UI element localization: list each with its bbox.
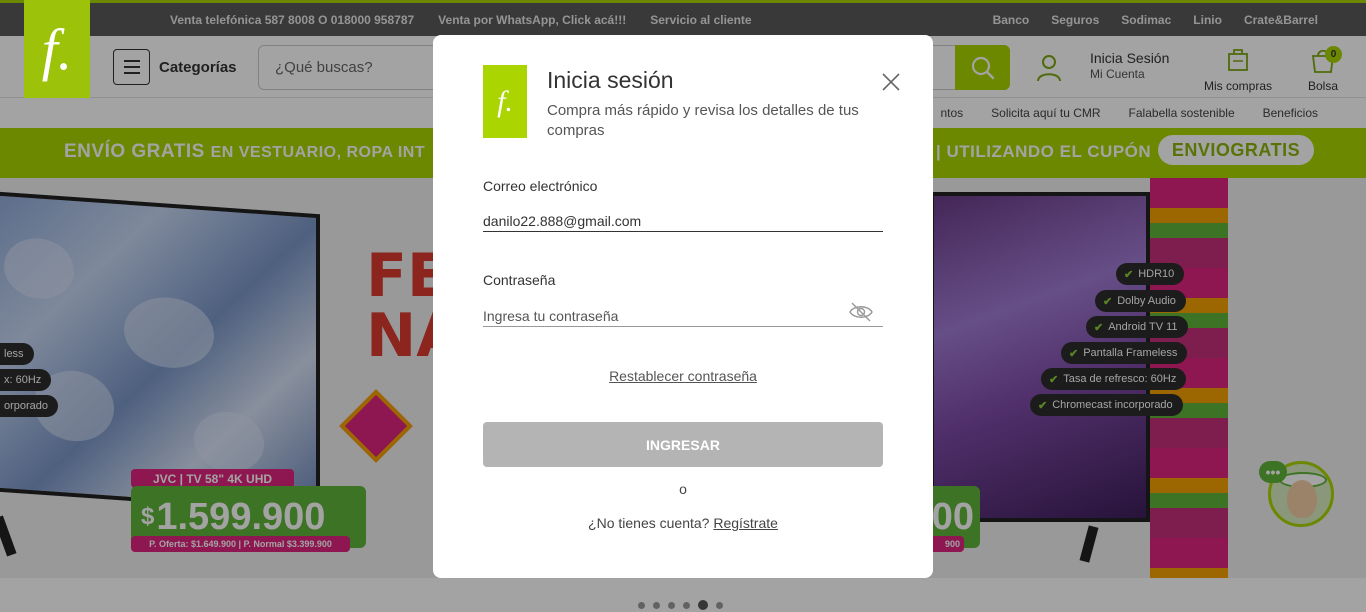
modal-logo: f. [483, 65, 527, 138]
email-label: Correo electrónico [483, 178, 598, 194]
close-icon[interactable] [879, 70, 903, 94]
register-prompt: ¿No tienes cuenta? Regístrate [433, 515, 933, 531]
login-submit-button[interactable]: INGRESAR [483, 422, 883, 467]
logo-glyph: f. [41, 16, 73, 82]
no-account-text: ¿No tienes cuenta? [588, 515, 710, 531]
password-field[interactable] [483, 305, 883, 327]
email-field[interactable] [483, 210, 883, 232]
reset-password-link[interactable]: Restablecer contraseña [433, 368, 933, 384]
modal-subtitle: Compra más rápido y revisa los detalles … [547, 102, 859, 139]
modal-logo-glyph: f. [497, 84, 513, 118]
or-separator: o [679, 481, 687, 497]
hide-password-icon[interactable] [849, 301, 873, 323]
login-modal: f. Inicia sesión Compra más rápido y rev… [433, 35, 933, 578]
password-label: Contraseña [483, 272, 556, 288]
modal-title: Inicia sesión [547, 67, 674, 93]
falabella-logo[interactable]: f. [24, 0, 90, 98]
register-link[interactable]: Regístrate [713, 515, 778, 531]
